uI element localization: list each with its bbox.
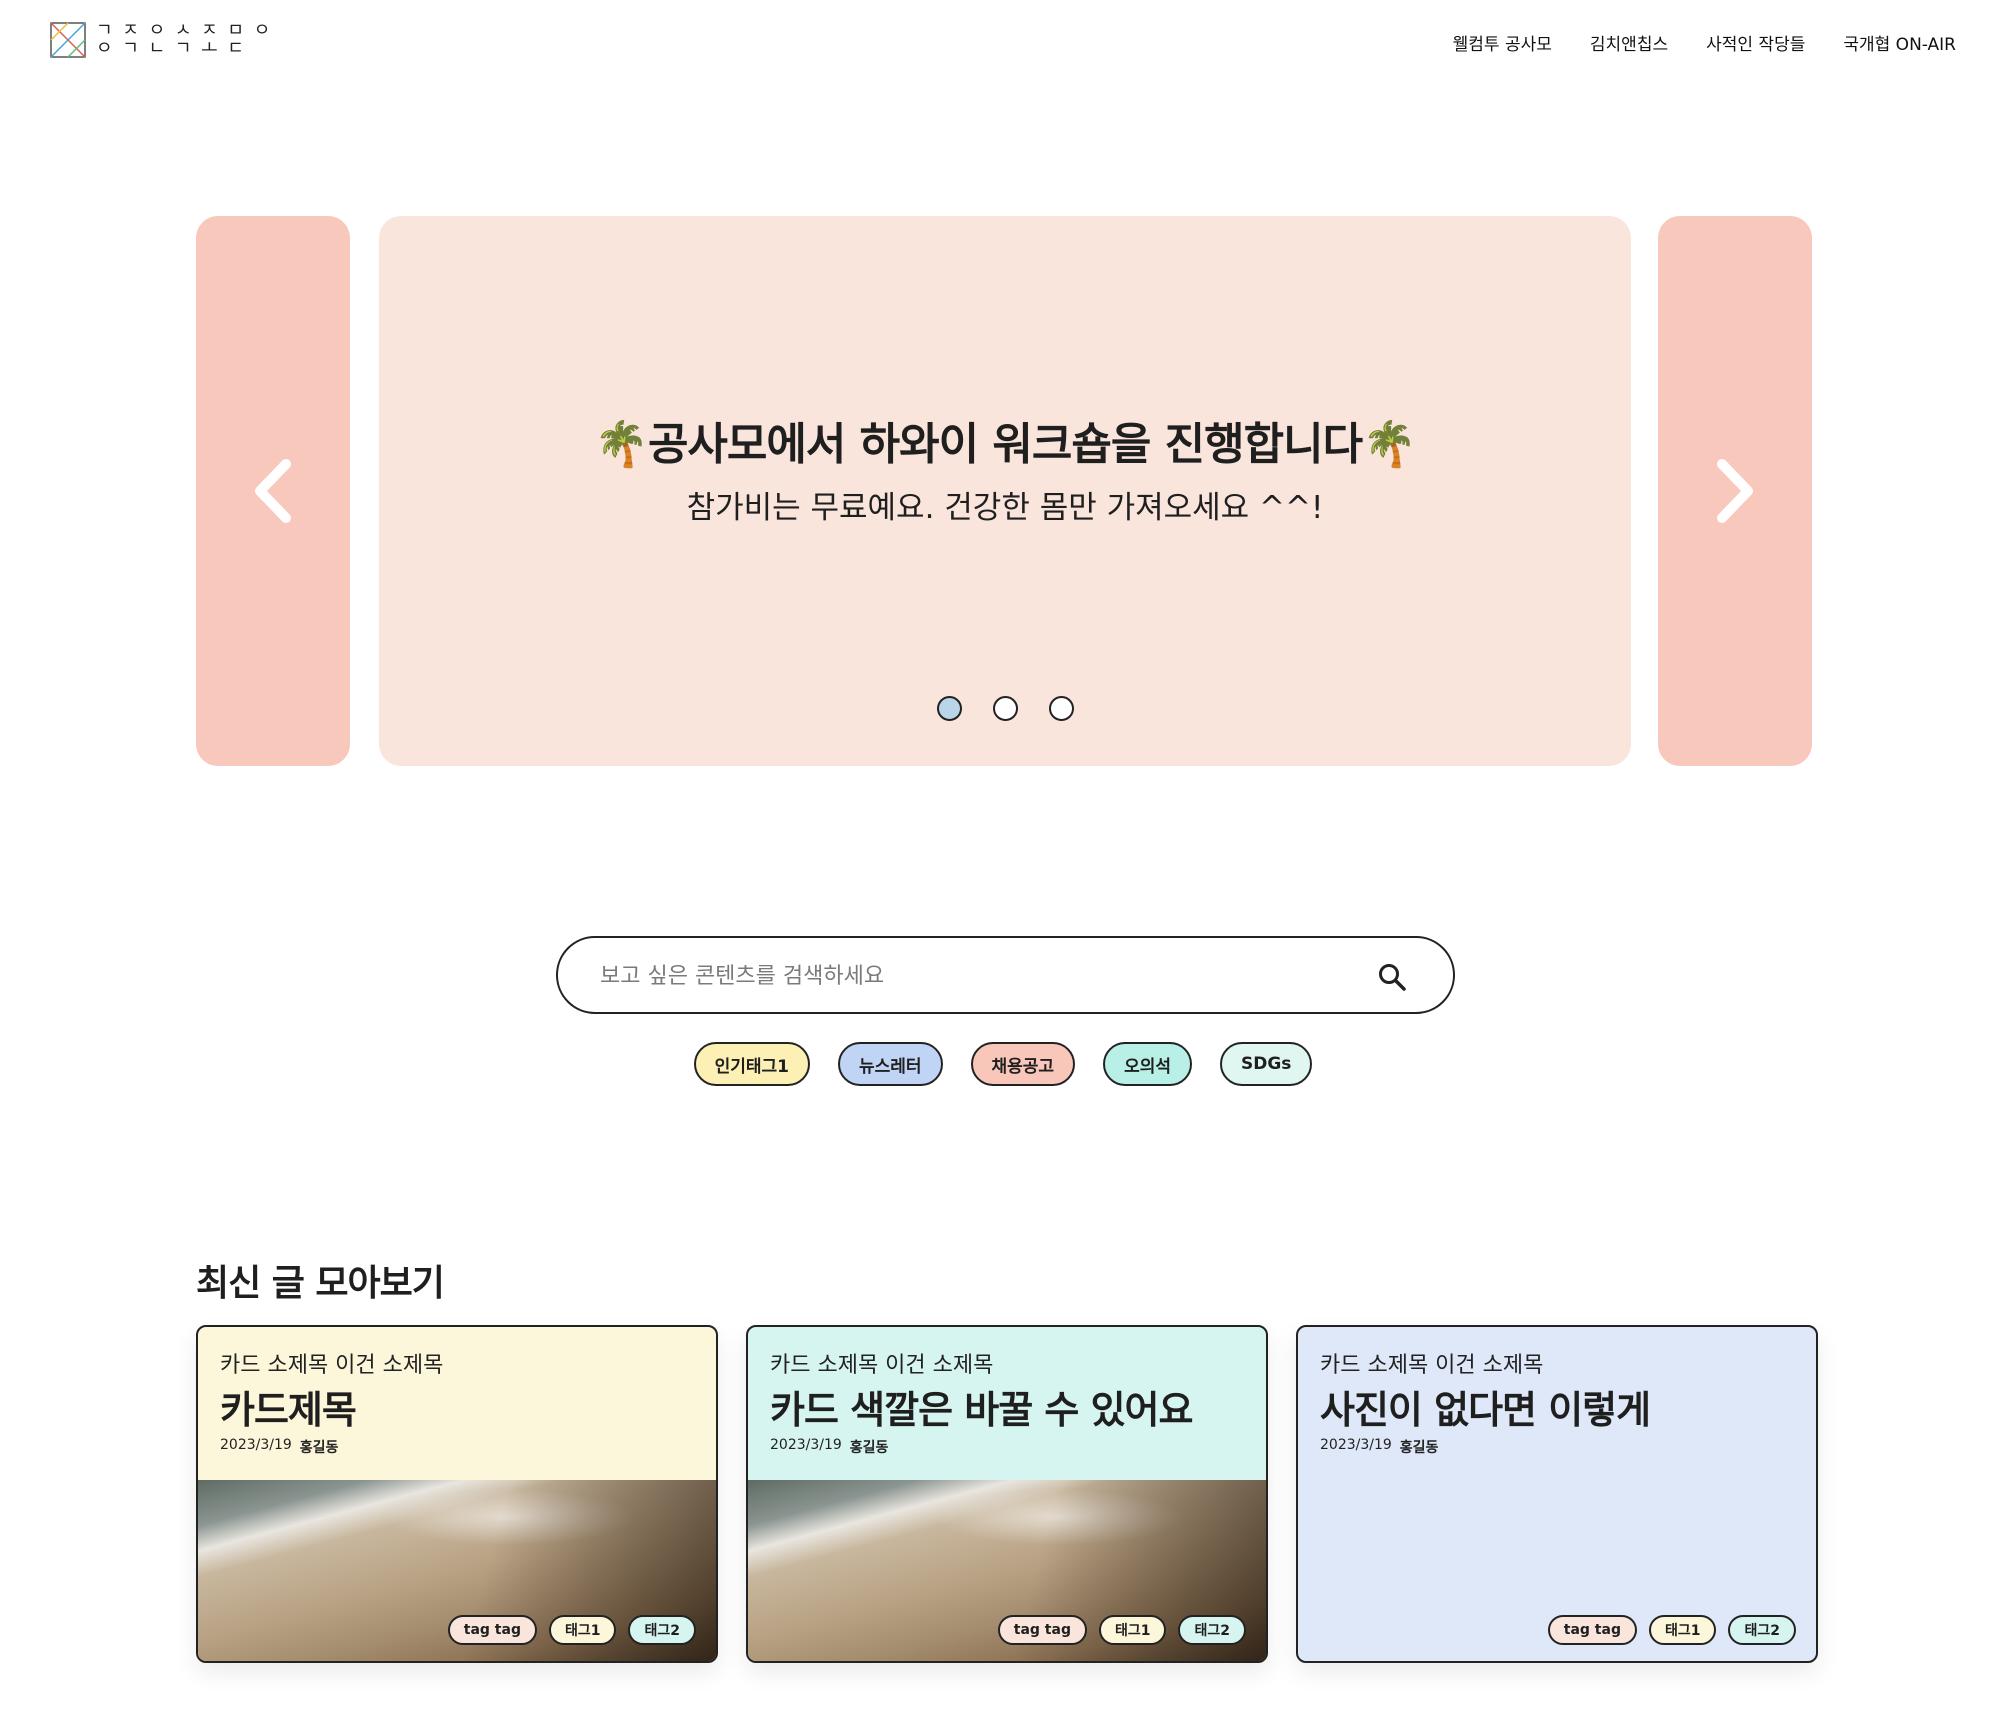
card-meta: 2023/3/19 홍길동 — [770, 1437, 888, 1457]
site-logo[interactable]: ㄱ ㅈ ㅇ ㅅ ㅈ ㅁ ㅇ ㅇ ㄱ ㄴ ㄱ ㅗ ㄷ — [50, 22, 272, 58]
card-tag[interactable]: 태그2 — [628, 1615, 696, 1645]
card-list: 카드 소제목 이건 소제목 카드제목 2023/3/19 홍길동 tag tag… — [196, 1325, 1818, 1663]
card-subtitle: 카드 소제목 이건 소제목 — [220, 1353, 444, 1378]
section-title: 최신 글 모아보기 — [196, 1263, 445, 1304]
card-author: 홍길동 — [1399, 1440, 1439, 1456]
nav-item-private-projects[interactable]: 사적인 작당들 — [1706, 30, 1805, 55]
post-card[interactable]: 카드 소제목 이건 소제목 사진이 없다면 이렇게 2023/3/19 홍길동 … — [1296, 1325, 1818, 1663]
search-icon[interactable] — [1377, 962, 1407, 992]
search-bar — [556, 936, 1455, 1014]
logo-wordmark-bottom: ㅇ ㄱ ㄴ ㄱ ㅗ ㄷ — [96, 38, 246, 59]
tag-chip[interactable]: 뉴스레터 — [837, 1042, 943, 1086]
card-tag[interactable]: tag tag — [1547, 1615, 1637, 1645]
logo-wordmark: ㄱ ㅈ ㅇ ㅅ ㅈ ㅁ ㅇ ㅇ ㄱ ㄴ ㄱ ㅗ ㄷ — [96, 22, 272, 58]
site-header: ㄱ ㅈ ㅇ ㅅ ㅈ ㅁ ㅇ ㅇ ㄱ ㄴ ㄱ ㅗ ㄷ 웰컴투 공사모 김치앤칩스 … — [0, 0, 2000, 90]
chevron-left-icon — [255, 459, 291, 523]
nav-item-welcome[interactable]: 웰컴투 공사모 — [1453, 30, 1552, 55]
slide-title: 🌴공사모에서 하와이 워크숍을 진행합니다🌴 — [594, 419, 1417, 470]
card-tag[interactable]: 태그2 — [1728, 1615, 1796, 1645]
card-tag[interactable]: 태그1 — [1648, 1615, 1717, 1645]
chevron-right-icon — [1717, 459, 1753, 523]
card-subtitle: 카드 소제목 이건 소제목 — [1320, 1353, 1544, 1378]
card-author: 홍길동 — [299, 1440, 339, 1456]
card-tag[interactable]: 태그2 — [1178, 1615, 1246, 1645]
post-card[interactable]: 카드 소제목 이건 소제목 카드 색깔은 바꿀 수 있어요 2023/3/19 … — [746, 1325, 1268, 1663]
slider-next-button[interactable] — [1658, 216, 1812, 766]
card-title: 카드 색깔은 바꿀 수 있어요 — [770, 1388, 1193, 1432]
card-tag[interactable]: tag tag — [997, 1615, 1087, 1645]
card-meta: 2023/3/19 홍길동 — [220, 1437, 338, 1457]
nav-item-on-air[interactable]: 국개협 ON-AIR — [1843, 30, 1956, 55]
nav-item-kimchi-chips[interactable]: 김치앤칩스 — [1590, 30, 1668, 55]
logo-mark-icon — [50, 22, 86, 58]
slider-prev-button[interactable] — [196, 216, 350, 766]
slider-dot-1[interactable] — [936, 696, 962, 721]
card-title: 카드제목 — [220, 1388, 357, 1432]
card-meta: 2023/3/19 홍길동 — [1320, 1437, 1438, 1457]
card-date: 2023/3/19 — [220, 1437, 292, 1453]
card-tags: tag tag 태그1 태그2 — [447, 1615, 696, 1645]
search-input[interactable] — [600, 952, 1340, 1000]
tag-chip[interactable]: SDGs — [1220, 1042, 1313, 1086]
slider-dot-3[interactable] — [1048, 696, 1074, 721]
card-title: 사진이 없다면 이렇게 — [1320, 1388, 1651, 1432]
card-date: 2023/3/19 — [770, 1437, 842, 1453]
card-tags: tag tag 태그1 태그2 — [997, 1615, 1246, 1645]
card-date: 2023/3/19 — [1320, 1437, 1392, 1453]
card-tag[interactable]: 태그1 — [1098, 1615, 1167, 1645]
card-tag[interactable]: tag tag — [447, 1615, 537, 1645]
card-author: 홍길동 — [849, 1440, 889, 1456]
post-card[interactable]: 카드 소제목 이건 소제목 카드제목 2023/3/19 홍길동 tag tag… — [196, 1325, 718, 1663]
card-tag[interactable]: 태그1 — [548, 1615, 617, 1645]
popular-tags: 인기태그1 뉴스레터 채용공고 오의석 SDGs — [0, 1042, 2000, 1086]
slider-dot-2[interactable] — [992, 696, 1018, 721]
card-tags: tag tag 태그1 태그2 — [1547, 1615, 1796, 1645]
tag-chip[interactable]: 채용공고 — [970, 1042, 1076, 1086]
card-subtitle: 카드 소제목 이건 소제목 — [770, 1353, 994, 1378]
main-nav: 웰컴투 공사모 김치앤칩스 사적인 작당들 국개협 ON-AIR — [1453, 30, 1956, 55]
tag-chip[interactable]: 오의석 — [1103, 1042, 1192, 1086]
slider-pagination — [379, 696, 1631, 721]
tag-chip[interactable]: 인기태그1 — [693, 1042, 810, 1086]
slider-current-slide[interactable]: 🌴공사모에서 하와이 워크숍을 진행합니다🌴 참가비는 무료예요. 건강한 몸만… — [379, 216, 1631, 766]
slide-subtitle: 참가비는 무료예요. 건강한 몸만 가져오세요 ^^! — [686, 490, 1324, 526]
